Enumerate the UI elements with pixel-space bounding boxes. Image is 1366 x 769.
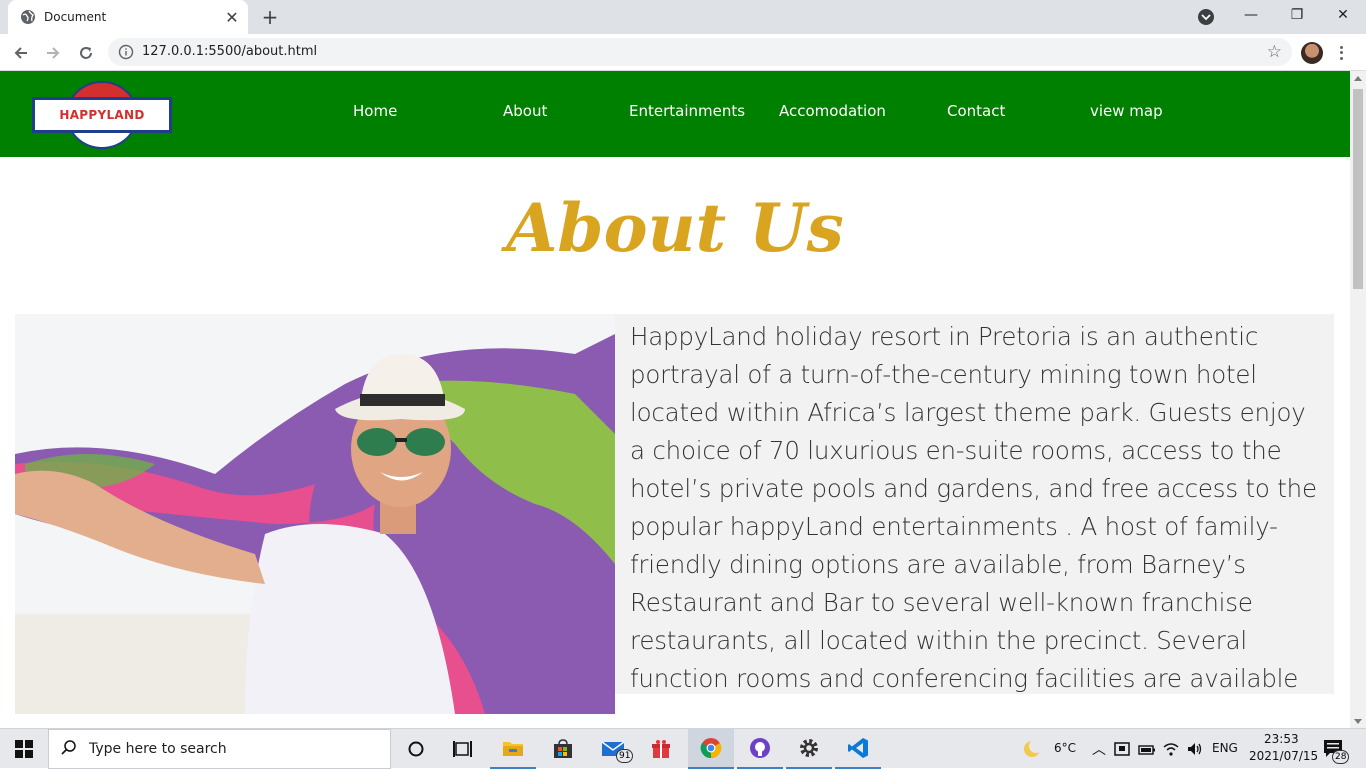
clock-date[interactable]: 2021/07/15 [1249,749,1318,763]
info-icon[interactable] [118,44,134,60]
site-logo[interactable]: HAPPYLAND [32,81,174,149]
about-text-panel: HappyLand holiday resort in Pretoria is … [615,314,1334,694]
chrome-icon[interactable] [688,729,734,769]
nav-link-view-map[interactable]: view map [1090,102,1163,120]
forward-arrow-icon[interactable] [40,40,66,66]
close-window-button[interactable]: ✕ [1320,0,1366,30]
file-explorer-icon[interactable] [490,729,536,769]
nav-link-contact[interactable]: Contact [947,102,1005,120]
nav-link-entertainments[interactable]: Entertainments [629,102,745,120]
hero-image [15,314,615,714]
new-tab-button[interactable]: + [258,5,282,29]
windows-taskbar: Type here to search 91 6°C ︿ ENG 23:53 2… [0,728,1366,769]
tab-close-icon[interactable]: ✕ [222,7,242,27]
vscode-icon[interactable] [835,729,881,769]
tab-title: Document [44,10,107,24]
taskbar-search-input[interactable]: Type here to search [48,729,391,769]
logo-text: HAPPYLAND [32,97,172,133]
back-arrow-icon[interactable] [8,40,34,66]
notification-badge: 28 [1332,750,1350,764]
address-bar[interactable]: 127.0.0.1:5500/about.html ☆ [108,38,1292,66]
tab-search-icon[interactable] [1196,7,1216,27]
search-placeholder: Type here to search [89,741,227,757]
scroll-up-arrow-icon[interactable] [1354,76,1362,81]
star-icon[interactable]: ☆ [1267,42,1282,62]
about-paragraph: HappyLand holiday resort in Pretoria is … [630,322,1317,693]
windows-logo-icon[interactable] [0,729,48,769]
gift-icon[interactable] [638,729,684,769]
nav-link-accomodation[interactable]: Accomodation [779,102,886,120]
browser-tab-bar: Document ✕ + — ❐ ✕ [0,0,1366,34]
browser-tab[interactable]: Document ✕ [8,0,248,34]
browser-menu-icon[interactable] [1334,42,1348,64]
minimize-button[interactable]: — [1228,0,1274,30]
reload-icon[interactable] [73,40,99,66]
page-viewport: HAPPYLAND Home About Entertainments Acco… [0,71,1350,728]
avatar[interactable] [1301,42,1323,64]
language-indicator[interactable]: ENG [1212,741,1238,755]
cortana-icon[interactable] [393,729,439,769]
battery-icon[interactable] [1138,742,1156,761]
wifi-icon[interactable] [1162,741,1180,761]
volume-icon[interactable] [1186,741,1204,761]
page-scrollbar[interactable] [1350,71,1366,728]
weather-moon-icon[interactable] [1022,739,1043,763]
nav-link-about[interactable]: About [503,102,547,120]
scroll-thumb[interactable] [1353,89,1363,289]
search-icon [61,739,77,759]
mail-icon[interactable]: 91 [590,729,636,769]
clock-time[interactable]: 23:53 [1264,732,1299,746]
browser-toolbar: 127.0.0.1:5500/about.html ☆ [0,34,1366,71]
store-icon[interactable] [540,729,586,769]
notification-icon[interactable]: 28 [1322,738,1350,764]
scroll-down-arrow-icon[interactable] [1354,719,1362,724]
settings-icon[interactable] [786,729,832,769]
url-text: 127.0.0.1:5500/about.html [142,44,318,59]
mail-badge: 91 [616,749,634,763]
restore-button[interactable]: ❐ [1274,0,1320,30]
tray-app-icon[interactable] [1114,741,1132,761]
site-navbar: HAPPYLAND Home About Entertainments Acco… [0,71,1350,157]
github-icon[interactable] [737,729,783,769]
page-title: About Us [506,189,844,267]
weather-temp[interactable]: 6°C [1054,741,1076,755]
chevron-up-icon[interactable]: ︿ [1092,739,1106,759]
task-view-icon[interactable] [440,729,486,769]
nav-link-home[interactable]: Home [353,102,397,120]
globe-icon [20,9,36,25]
